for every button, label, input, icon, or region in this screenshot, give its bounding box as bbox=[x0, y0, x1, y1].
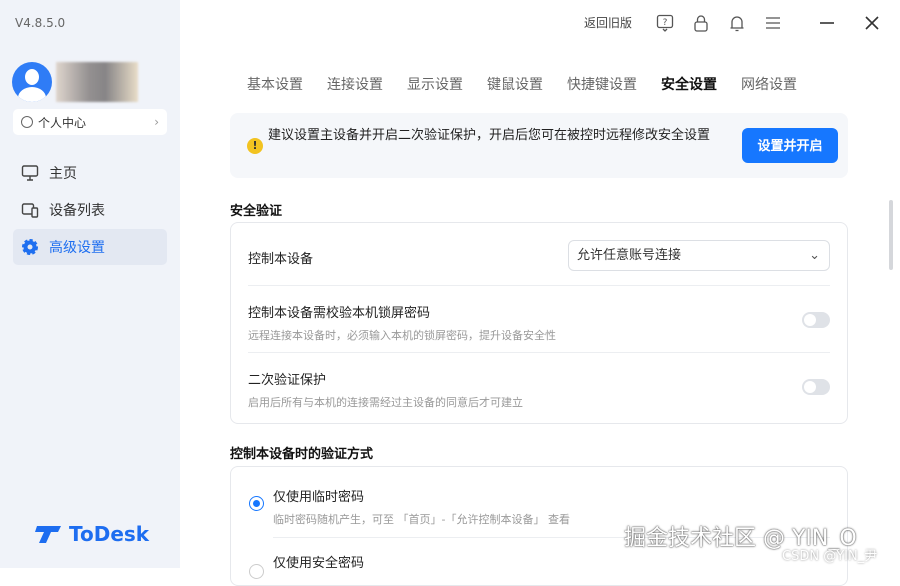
devices-icon bbox=[21, 203, 39, 218]
chevron-down-icon: ⌄ bbox=[809, 248, 820, 263]
close-icon[interactable] bbox=[863, 14, 881, 32]
profile-center-button[interactable]: 个人中心 › bbox=[13, 109, 167, 135]
lock-password-desc: 远程连接本设备时，必须输入本机的锁屏密码，提升设备安全性 bbox=[248, 329, 556, 342]
section-title: 安全验证 bbox=[230, 204, 283, 219]
control-permission-select[interactable]: 允许任意账号连接 ⌄ bbox=[568, 240, 830, 271]
gear-icon bbox=[22, 239, 38, 255]
minimize-icon[interactable] bbox=[818, 14, 836, 32]
bell-icon[interactable] bbox=[728, 14, 746, 32]
setup-enable-button[interactable]: 设置并开启 bbox=[742, 128, 838, 163]
sidebar-item-label: 主页 bbox=[49, 166, 77, 182]
security-notice: ! 建议设置主设备并开启二次验证保护，开启后您可在被控时远程修改安全设置 设置并… bbox=[230, 113, 848, 178]
twofa-title: 二次验证保护 bbox=[248, 373, 327, 388]
tab-keyboard-mouse[interactable]: 键鼠设置 bbox=[487, 74, 543, 94]
tab-display[interactable]: 显示设置 bbox=[407, 74, 463, 94]
logo-text: ToDesk bbox=[69, 522, 150, 546]
return-old-version-link[interactable]: 返回旧版 bbox=[584, 14, 632, 31]
logo-mark-icon bbox=[35, 526, 61, 543]
username-blurred bbox=[56, 62, 138, 102]
twofa-desc: 启用后所有与本机的连接需经过主设备的同意后才可建立 bbox=[248, 396, 523, 409]
lock-icon[interactable] bbox=[692, 14, 710, 32]
settings-tabs: 基本设置 连接设置 显示设置 键鼠设置 快捷键设置 安全设置 网络设置 bbox=[247, 74, 821, 94]
warning-icon: ! bbox=[247, 138, 263, 154]
watermark-csdn: CSDN @YIN_尹 bbox=[782, 549, 878, 564]
profile-label: 个人中心 bbox=[38, 115, 87, 130]
sidebar-item-home[interactable]: 主页 bbox=[13, 155, 167, 191]
svg-text:?: ? bbox=[663, 18, 668, 28]
sidebar-item-label: 高级设置 bbox=[49, 240, 105, 256]
monitor-icon bbox=[21, 165, 39, 181]
radio-temp-password[interactable] bbox=[249, 496, 264, 511]
tab-basic[interactable]: 基本设置 bbox=[247, 74, 303, 94]
todesk-logo: ToDesk bbox=[35, 522, 149, 546]
select-value: 允许任意账号连接 bbox=[577, 248, 682, 263]
lock-password-toggle[interactable] bbox=[802, 312, 830, 328]
avatar[interactable] bbox=[12, 62, 52, 102]
notice-text: 建议设置主设备并开启二次验证保护，开启后您可在被控时远程修改安全设置 bbox=[268, 128, 711, 143]
sidebar-item-label: 设备列表 bbox=[49, 203, 105, 219]
tab-shortcuts[interactable]: 快捷键设置 bbox=[567, 74, 637, 94]
lock-password-title: 控制本设备需校验本机锁屏密码 bbox=[248, 306, 431, 321]
version-label: V4.8.5.0 bbox=[15, 16, 66, 30]
scrollbar[interactable] bbox=[889, 200, 893, 270]
menu-icon[interactable] bbox=[764, 14, 782, 32]
radio-security-password[interactable] bbox=[249, 564, 264, 579]
option-title: 仅使用安全密码 bbox=[273, 556, 365, 571]
section-title: 控制本设备时的验证方式 bbox=[230, 447, 374, 462]
tab-security[interactable]: 安全设置 bbox=[661, 74, 717, 94]
tab-network[interactable]: 网络设置 bbox=[741, 74, 797, 94]
sidebar-item-devices[interactable]: 设备列表 bbox=[13, 192, 167, 228]
chevron-right-icon: › bbox=[154, 115, 159, 129]
user-icon bbox=[21, 116, 33, 128]
option-title: 仅使用临时密码 bbox=[273, 490, 365, 505]
sidebar-item-advanced[interactable]: 高级设置 bbox=[13, 229, 167, 265]
sidebar: V4.8.5.0 个人中心 › 主页 设备列表 高级设置 ToDesk bbox=[0, 0, 180, 568]
tab-connection[interactable]: 连接设置 bbox=[327, 74, 383, 94]
twofa-toggle[interactable] bbox=[802, 379, 830, 395]
security-card: 控制本设备 允许任意账号连接 ⌄ 控制本设备需校验本机锁屏密码 远程连接本设备时，必… bbox=[230, 222, 848, 424]
help-icon[interactable]: ? bbox=[656, 14, 674, 32]
